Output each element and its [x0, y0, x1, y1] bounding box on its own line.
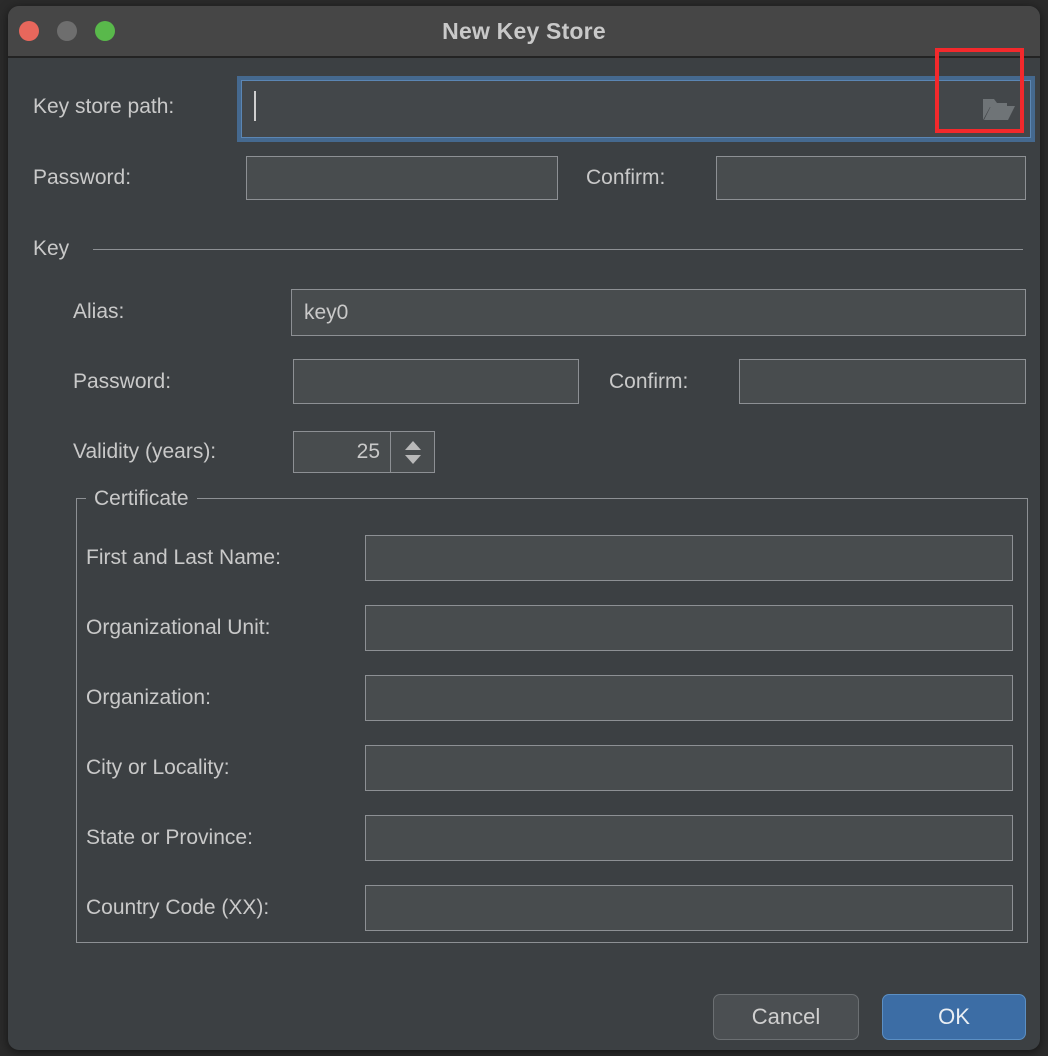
- stepper-buttons[interactable]: [390, 432, 434, 472]
- organization-input[interactable]: [365, 675, 1013, 721]
- key-section-divider: [93, 249, 1023, 250]
- first-and-last-name-label: First and Last Name:: [86, 546, 281, 569]
- stepper-down-icon[interactable]: [404, 454, 421, 464]
- store-confirm-input[interactable]: [716, 156, 1026, 200]
- alias-label: Alias:: [73, 300, 125, 323]
- ok-button[interactable]: OK: [882, 994, 1026, 1040]
- window-titlebar: New Key Store: [8, 6, 1040, 58]
- alias-input[interactable]: key0: [291, 289, 1026, 336]
- store-confirm-label: Confirm:: [586, 166, 666, 189]
- validity-stepper[interactable]: 25: [293, 431, 435, 473]
- certificate-group-title: Certificate: [86, 486, 197, 512]
- folder-icon[interactable]: [982, 96, 1016, 122]
- organizational-unit-label: Organizational Unit:: [86, 616, 271, 639]
- key-section-title: Key: [33, 237, 70, 260]
- validity-value: 25: [356, 440, 380, 463]
- city-or-locality-input[interactable]: [365, 745, 1013, 791]
- organizational-unit-input[interactable]: [365, 605, 1013, 651]
- state-or-province-input[interactable]: [365, 815, 1013, 861]
- window-title: New Key Store: [442, 18, 606, 44]
- country-code-input[interactable]: [365, 885, 1013, 931]
- first-and-last-name-input[interactable]: [365, 535, 1013, 581]
- new-key-store-dialog: New Key Store Key store path: Password: …: [8, 6, 1040, 1050]
- store-password-label: Password:: [33, 166, 132, 189]
- validity-label: Validity (years):: [73, 440, 217, 463]
- text-caret: [254, 91, 256, 121]
- key-password-label: Password:: [73, 370, 172, 393]
- store-password-input[interactable]: [246, 156, 558, 200]
- state-or-province-label: State or Province:: [86, 826, 253, 849]
- cancel-button[interactable]: Cancel: [713, 994, 859, 1040]
- key-store-path-input[interactable]: [241, 80, 1031, 138]
- city-or-locality-label: City or Locality:: [86, 756, 230, 779]
- country-code-label: Country Code (XX):: [86, 896, 270, 919]
- key-store-path-label: Key store path:: [33, 95, 175, 118]
- key-password-input[interactable]: [293, 359, 579, 404]
- key-confirm-label: Confirm:: [609, 370, 689, 393]
- alias-value: key0: [304, 300, 349, 324]
- stepper-up-icon[interactable]: [404, 440, 421, 450]
- organization-label: Organization:: [86, 686, 211, 709]
- key-confirm-input[interactable]: [739, 359, 1026, 404]
